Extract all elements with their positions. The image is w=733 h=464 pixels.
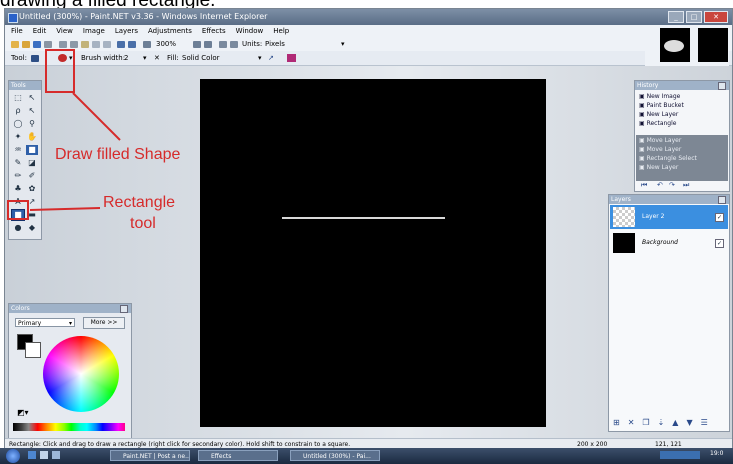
start-button-icon[interactable]	[6, 449, 20, 463]
annotation-arrow-rectangle	[29, 207, 101, 211]
quicklaunch-desktop-icon[interactable]	[40, 451, 48, 459]
taskbar-item[interactable]: Untitled (300%) - Pai...	[290, 450, 380, 461]
quicklaunch-ie-icon[interactable]	[28, 451, 36, 459]
taskbar-item[interactable]: Paint.NET | Post a ne...	[110, 450, 190, 461]
taskbar-item[interactable]: Effects	[198, 450, 278, 461]
system-tray-icons[interactable]	[660, 451, 700, 459]
annotation-arrows	[29, 92, 121, 211]
annotation-arrow-fill	[72, 92, 121, 141]
annotation-draw-filled-shape: Draw filled Shape	[55, 146, 181, 163]
windows-taskbar: Paint.NET | Post a ne... Effects Untitle…	[0, 448, 733, 464]
annotation-rectangle-tool-line1: Rectangle	[103, 194, 176, 211]
annotation-box-rectangle-tool	[7, 200, 29, 220]
taskbar-clock: 19:0	[710, 450, 724, 457]
annotation-rectangle-tool-line2: tool	[130, 215, 156, 232]
quicklaunch-explorer-icon[interactable]	[52, 451, 60, 459]
